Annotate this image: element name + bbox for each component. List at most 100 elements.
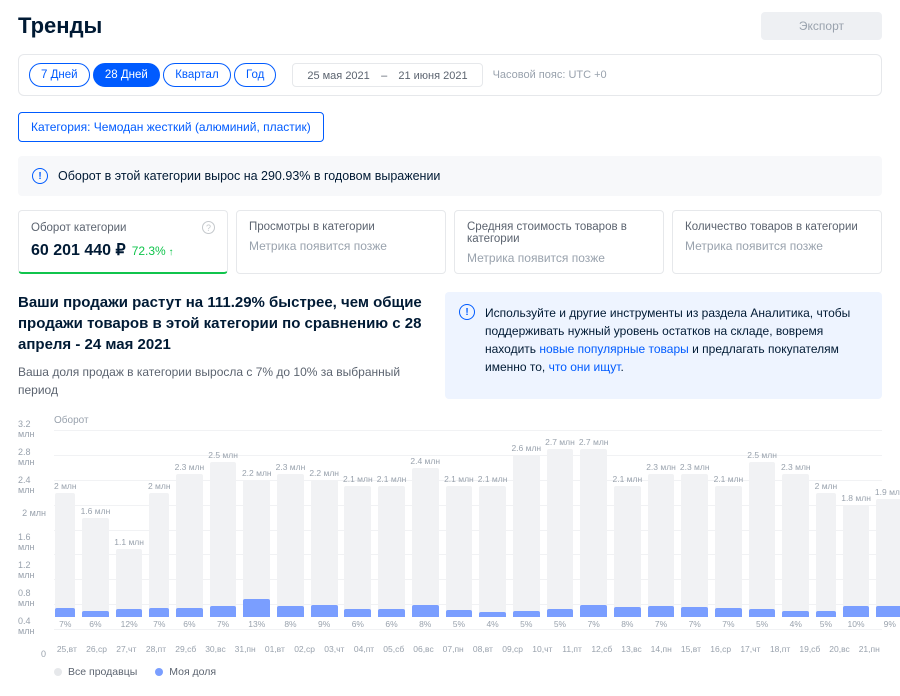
x-tick: 10,чт bbox=[530, 644, 556, 654]
bar-all-sellers bbox=[55, 493, 75, 617]
bar-slot[interactable]: 2 млн5% bbox=[815, 430, 838, 629]
bar-my-share bbox=[580, 605, 607, 617]
bar-value-label: 1.1 млн bbox=[114, 537, 144, 547]
bar-slot[interactable]: 2.2 млн9% bbox=[309, 430, 339, 629]
bar-slot[interactable]: 1.6 млн6% bbox=[81, 430, 111, 629]
bar-all-sellers bbox=[816, 493, 836, 617]
bar-my-share bbox=[210, 606, 237, 617]
metric-card[interactable]: Средняя стоимость товаров в категорииМет… bbox=[454, 210, 664, 274]
bar-share-label: 5% bbox=[520, 619, 532, 629]
x-tick: 01,вт bbox=[262, 644, 288, 654]
bar-my-share bbox=[843, 606, 870, 617]
bar-value-label: 2 млн bbox=[815, 481, 838, 491]
bar-all-sellers bbox=[648, 474, 675, 617]
export-button[interactable]: Экспорт bbox=[761, 12, 882, 40]
info-icon: ! bbox=[32, 168, 48, 184]
x-tick: 21,пн bbox=[856, 644, 882, 654]
bar-slot[interactable]: 2.6 млн5% bbox=[511, 430, 541, 629]
bar-value-label: 2 млн bbox=[148, 481, 171, 491]
metric-label: Просмотры в категории bbox=[249, 221, 433, 233]
bar-slot[interactable]: 2.3 млн8% bbox=[276, 430, 306, 629]
range-pill[interactable]: 28 Дней bbox=[93, 63, 160, 87]
range-pill[interactable]: Квартал bbox=[163, 63, 230, 87]
bar-my-share bbox=[378, 609, 405, 617]
chart-title: Оборот bbox=[54, 415, 882, 426]
bar-slot[interactable]: 2.3 млн6% bbox=[175, 430, 205, 629]
bar-slot[interactable]: 2 млн7% bbox=[54, 430, 77, 629]
metric-label: Оборот категории? bbox=[31, 221, 215, 234]
bar-all-sellers bbox=[681, 474, 708, 617]
date-to: 21 июня 2021 bbox=[394, 67, 471, 85]
filter-bar: 7 Дней 28 Дней Квартал Год 25 мая 2021 –… bbox=[18, 54, 882, 96]
legend-my-share[interactable]: Моя доля bbox=[155, 666, 216, 678]
turnover-chart: Оборот 00.4 млн0.8 млн1.2 млн1.6 млн2 мл… bbox=[18, 415, 882, 678]
range-pill[interactable]: Год bbox=[234, 63, 276, 87]
bar-slot[interactable]: 2.3 млн4% bbox=[781, 430, 811, 629]
bar-my-share bbox=[116, 609, 143, 617]
bar-slot[interactable]: 2.3 млн7% bbox=[646, 430, 676, 629]
x-tick: 20,вс bbox=[827, 644, 853, 654]
bar-my-share bbox=[149, 608, 169, 617]
bar-all-sellers bbox=[513, 455, 540, 617]
bar-all-sellers bbox=[749, 462, 776, 617]
bar-value-label: 2 млн bbox=[54, 481, 77, 491]
metric-value: 60 201 440 ₽72.3% bbox=[31, 240, 215, 260]
bar-all-sellers bbox=[82, 518, 109, 618]
bar-slot[interactable]: 2.1 млн6% bbox=[377, 430, 407, 629]
bar-share-label: 8% bbox=[419, 619, 431, 629]
category-filter-tag[interactable]: Категория: Чемодан жесткий (алюминий, пл… bbox=[18, 112, 324, 142]
x-tick: 03,чт bbox=[321, 644, 347, 654]
metric-value: Метрика появится позже bbox=[249, 239, 433, 253]
metric-card[interactable]: Просмотры в категории Метрика появится по… bbox=[236, 210, 446, 274]
bar-slot[interactable]: 2.4 млн8% bbox=[410, 430, 440, 629]
bar-slot[interactable]: 2.1 млн6% bbox=[343, 430, 373, 629]
bar-slot[interactable]: 1.8 млн10% bbox=[841, 430, 871, 629]
bar-all-sellers bbox=[782, 474, 809, 617]
y-tick: 3.2 млн bbox=[18, 419, 46, 439]
bar-slot[interactable]: 1.1 млн12% bbox=[114, 430, 144, 629]
bar-share-label: 4% bbox=[486, 619, 498, 629]
bar-slot[interactable]: 2.7 млн5% bbox=[545, 430, 575, 629]
x-tick: 04,пт bbox=[351, 644, 377, 654]
bar-share-label: 5% bbox=[453, 619, 465, 629]
page-title: Тренды bbox=[18, 13, 102, 39]
x-tick: 30,вс bbox=[203, 644, 229, 654]
date-range-picker[interactable]: 25 мая 2021 – 21 июня 2021 bbox=[292, 63, 482, 87]
bar-all-sellers bbox=[378, 486, 405, 617]
y-tick: 0.8 млн bbox=[18, 588, 46, 608]
bar-slot[interactable]: 2.5 млн5% bbox=[747, 430, 777, 629]
bar-slot[interactable]: 2.7 млн7% bbox=[579, 430, 609, 629]
metric-card[interactable]: Количество товаров в категорииМетрика по… bbox=[672, 210, 882, 274]
link-new-products[interactable]: новые популярные товары bbox=[539, 342, 688, 356]
bar-value-label: 2.7 млн bbox=[545, 437, 575, 447]
bar-all-sellers bbox=[116, 549, 143, 617]
metric-card[interactable]: Оборот категории? 60 201 440 ₽72.3% bbox=[18, 210, 228, 274]
bar-slot[interactable]: 2.3 млн7% bbox=[680, 430, 710, 629]
bar-my-share bbox=[715, 608, 742, 617]
bar-value-label: 2.3 млн bbox=[781, 462, 811, 472]
bar-all-sellers bbox=[176, 474, 203, 617]
date-from: 25 мая 2021 bbox=[303, 67, 373, 85]
range-pill[interactable]: 7 Дней bbox=[29, 63, 90, 87]
bar-slot[interactable]: 2.1 млн5% bbox=[444, 430, 474, 629]
bar-my-share bbox=[311, 605, 338, 617]
bar-slot[interactable]: 2.5 млн7% bbox=[208, 430, 238, 629]
bar-slot[interactable]: 2.1 млн4% bbox=[478, 430, 508, 629]
help-icon[interactable]: ? bbox=[202, 221, 215, 234]
bar-share-label: 8% bbox=[621, 619, 633, 629]
legend-all-sellers[interactable]: Все продавцы bbox=[54, 666, 137, 678]
bar-my-share bbox=[513, 611, 540, 617]
bar-all-sellers bbox=[843, 505, 870, 617]
bar-all-sellers bbox=[210, 462, 237, 617]
bar-my-share bbox=[749, 609, 776, 617]
bar-slot[interactable]: 1.9 млн9% bbox=[875, 430, 900, 629]
bar-all-sellers bbox=[446, 486, 473, 617]
bar-all-sellers bbox=[614, 486, 641, 617]
bar-slot[interactable]: 2.1 млн7% bbox=[714, 430, 744, 629]
x-tick: 13,вс bbox=[619, 644, 645, 654]
bar-slot[interactable]: 2.2 млн13% bbox=[242, 430, 272, 629]
bar-slot[interactable]: 2 млн7% bbox=[148, 430, 171, 629]
bar-slot[interactable]: 2.1 млн8% bbox=[613, 430, 643, 629]
bar-value-label: 2.3 млн bbox=[680, 462, 710, 472]
link-what-they-want[interactable]: что они ищут bbox=[549, 360, 621, 374]
